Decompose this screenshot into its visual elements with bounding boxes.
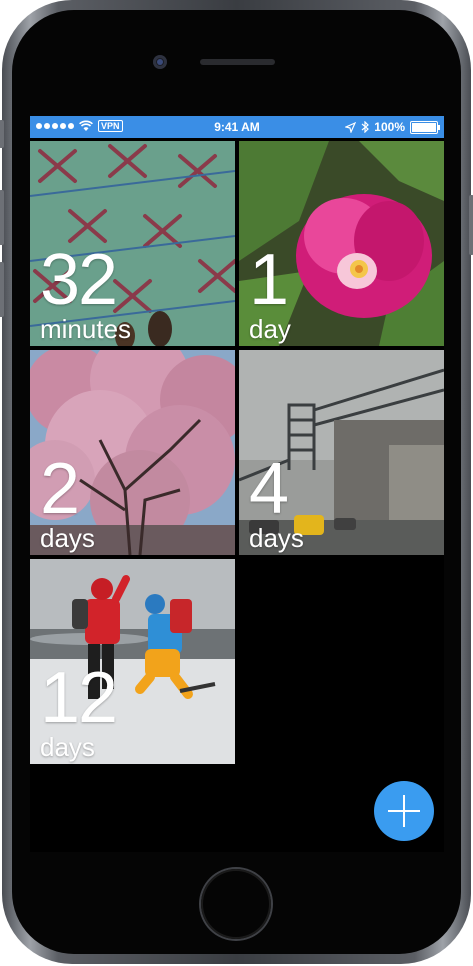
tile-count: 4 — [249, 449, 289, 529]
power-button — [469, 195, 473, 255]
tile-unit: day — [249, 314, 291, 344]
tile-count: 2 — [40, 449, 80, 529]
battery-icon — [410, 120, 440, 134]
memory-tile-1[interactable]: 32 minutes — [30, 141, 235, 346]
tile-count: 32 — [40, 240, 118, 320]
tile-unit: days — [249, 523, 304, 553]
add-button[interactable] — [374, 781, 434, 841]
bluetooth-icon — [361, 121, 370, 133]
memory-tile-5[interactable]: 12 days — [30, 559, 235, 764]
camera-icon — [153, 55, 167, 69]
screen: VPN 9:41 AM 100% 32 minutes 1 day 2 days… — [30, 116, 444, 852]
location-arrow-icon — [345, 121, 357, 133]
mute-switch — [0, 120, 4, 148]
tile-count: 1 — [249, 240, 289, 320]
tile-unit: minutes — [40, 314, 132, 344]
tile-count: 12 — [40, 658, 118, 738]
home-button[interactable] — [201, 869, 271, 939]
tile-unit: days — [40, 523, 95, 553]
speaker-grille — [200, 59, 275, 65]
status-right: 100% — [345, 120, 440, 134]
status-bar: VPN 9:41 AM 100% — [30, 116, 444, 138]
battery-percent: 100% — [374, 120, 405, 134]
memory-tile-2[interactable]: 1 day — [239, 141, 444, 346]
memory-tile-4[interactable]: 4 days — [239, 350, 444, 555]
volume-up-button — [0, 190, 4, 245]
volume-down-button — [0, 262, 4, 317]
tile-unit: days — [40, 732, 95, 762]
memory-tile-3[interactable]: 2 days — [30, 350, 235, 555]
